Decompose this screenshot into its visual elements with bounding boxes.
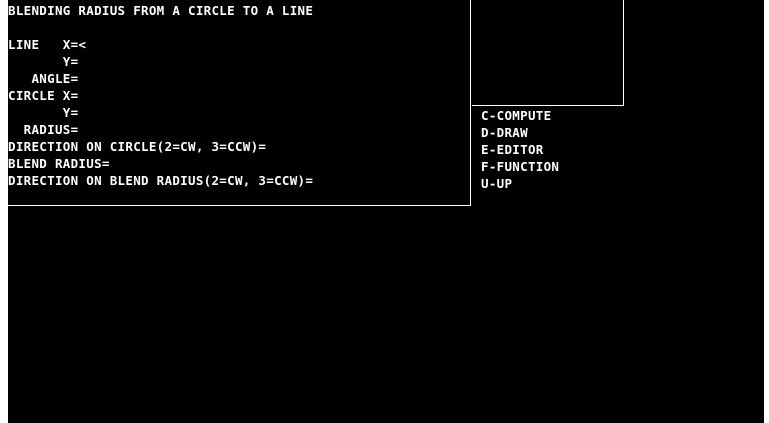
blend-direction-row[interactable]: DIRECTION ON BLEND RADIUS(2=CW, 3=CCW)= (8, 172, 313, 189)
menu-item-draw[interactable]: D-DRAW (481, 124, 528, 141)
command-menu: C-COMPUTE D-DRAW E-EDITOR F-FUNCTION U-U… (481, 107, 631, 197)
circle-radius-label: RADIUS= (23, 122, 79, 137)
blend-direction-label: DIRECTION ON BLEND RADIUS(2=CW, 3=CCW)= (8, 173, 314, 188)
terminal-screen: BLENDING RADIUS FROM A CIRCLE TO A LINE … (0, 0, 769, 423)
line-y-row[interactable]: Y= (8, 53, 78, 70)
line-y-label: Y= (62, 54, 79, 69)
right-border-strip (764, 0, 769, 423)
preview-box (472, 0, 624, 106)
menu-item-up[interactable]: U-UP (481, 175, 512, 192)
line-x-row[interactable]: LINE X=< (8, 36, 86, 53)
circle-y-row[interactable]: Y= (8, 104, 78, 121)
input-form-panel: BLENDING RADIUS FROM A CIRCLE TO A LINE … (8, 0, 471, 206)
menu-item-compute[interactable]: C-COMPUTE (481, 107, 551, 124)
line-angle-row[interactable]: ANGLE= (8, 70, 78, 87)
menu-item-editor[interactable]: E-EDITOR (481, 141, 544, 158)
circle-label: CIRCLE (8, 88, 55, 103)
input-cursor[interactable]: < (78, 36, 86, 53)
circle-x-row[interactable]: CIRCLE X= (8, 87, 78, 104)
line-angle-label: ANGLE= (31, 71, 79, 86)
circle-y-label: Y= (62, 105, 79, 120)
left-border-strip (0, 0, 8, 423)
page-title: BLENDING RADIUS FROM A CIRCLE TO A LINE (8, 3, 314, 18)
line-x-label: X= (62, 37, 79, 52)
circle-direction-row[interactable]: DIRECTION ON CIRCLE(2=CW, 3=CCW)= (8, 138, 266, 155)
circle-direction-label: DIRECTION ON CIRCLE(2=CW, 3=CCW)= (8, 139, 267, 154)
line-label: LINE (8, 37, 40, 52)
blend-radius-label: BLEND RADIUS= (8, 156, 110, 171)
circle-x-label: X= (62, 88, 79, 103)
circle-radius-row[interactable]: RADIUS= (8, 121, 78, 138)
menu-item-function[interactable]: F-FUNCTION (481, 158, 559, 175)
blend-radius-row[interactable]: BLEND RADIUS= (8, 155, 110, 172)
